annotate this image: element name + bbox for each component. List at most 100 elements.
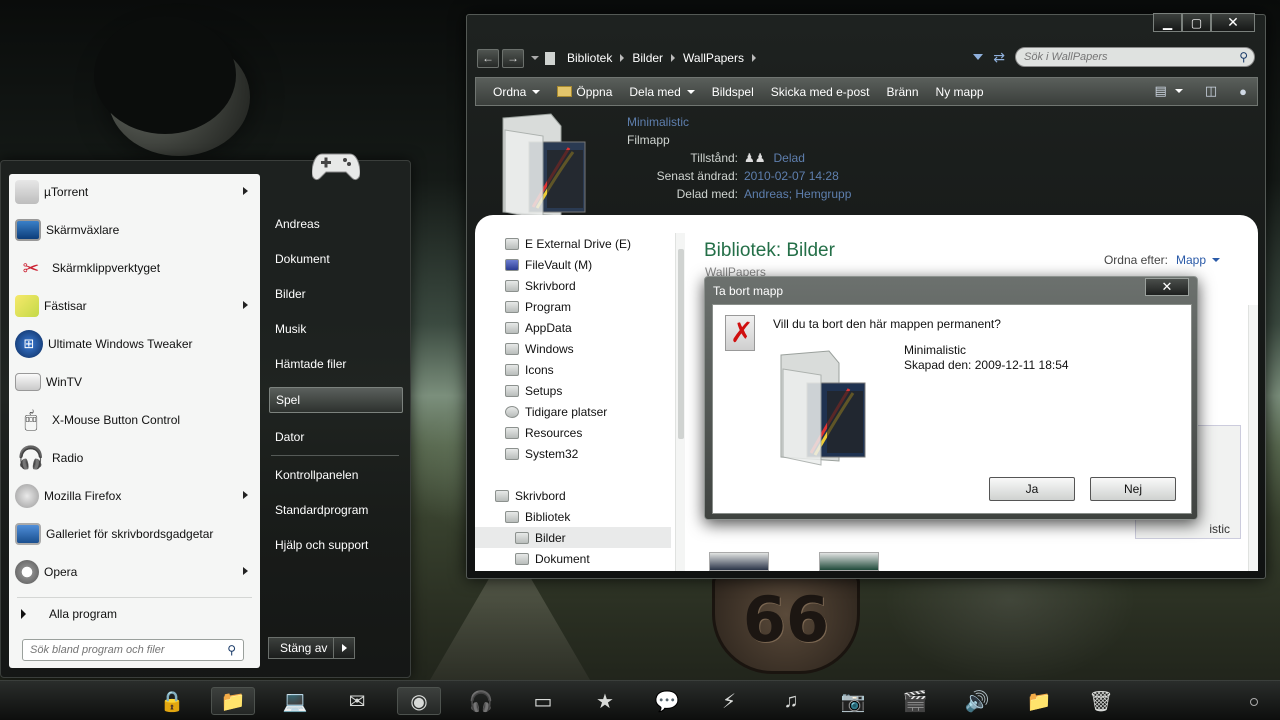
share-with-button[interactable]: Dela med: [629, 85, 695, 99]
search-icon[interactable]: ⚲: [1239, 50, 1248, 64]
start-right-andreas[interactable]: Andreas: [269, 211, 403, 237]
recent-pages-dropdown[interactable]: [531, 56, 539, 60]
tree-item[interactable]: Bibliotek: [505, 506, 570, 527]
start-right-hjalp[interactable]: Hjälp och support: [269, 532, 403, 558]
camera-icon[interactable]: 📷: [838, 687, 868, 715]
start-right-bilder[interactable]: Bilder: [269, 281, 403, 307]
program-item-wintv[interactable]: WinTV: [9, 364, 260, 400]
forward-button[interactable]: →: [502, 48, 524, 68]
program-item-radio[interactable]: 🎧 Radio: [9, 440, 260, 476]
breadcrumb-separator-icon[interactable]: [751, 54, 756, 62]
start-search-input[interactable]: [30, 644, 220, 656]
program-item-gadget-gallery[interactable]: Galleriet för skrivbordsgadgetar: [9, 516, 260, 552]
music-icon[interactable]: ♫: [776, 687, 806, 715]
star-icon[interactable]: ★: [590, 687, 620, 715]
refresh-icon[interactable]: ⇄: [993, 49, 1005, 66]
tree-item[interactable]: FileVault (M): [505, 254, 592, 275]
start-right-hamtade-filer[interactable]: Hämtade filer: [269, 351, 403, 377]
thumbnail[interactable]: [709, 552, 769, 571]
new-folder-button[interactable]: Ny mapp: [936, 85, 984, 99]
show-desktop-button[interactable]: [1250, 698, 1258, 706]
tree-item[interactable]: Skrivbord: [495, 485, 566, 506]
start-right-spel[interactable]: Spel: [269, 387, 403, 413]
no-button[interactable]: Nej: [1090, 477, 1176, 501]
monitor-icon: [15, 219, 41, 241]
recycle-bin-icon[interactable]: 🗑: [1086, 687, 1116, 715]
start-search-box[interactable]: ⚲: [22, 639, 244, 661]
organize-button[interactable]: Ordna: [493, 85, 541, 99]
clapperboard-icon[interactable]: 🎬: [900, 687, 930, 715]
explorer-search-input[interactable]: [1024, 51, 1224, 63]
headphones-icon[interactable]: 🎧: [466, 687, 496, 715]
tree-item[interactable]: Dokument: [515, 548, 590, 569]
program-item-skarmvaxlare[interactable]: Skärmväxlare: [9, 212, 260, 248]
start-right-kontrollpanelen[interactable]: Kontrollpanelen: [269, 462, 403, 488]
back-button[interactable]: ←: [477, 48, 499, 68]
program-item-xmouse[interactable]: 🖱 X-Mouse Button Control: [9, 402, 260, 438]
program-item-utorrent[interactable]: µTorrent: [9, 174, 260, 210]
details-value[interactable]: Delad: [774, 151, 805, 169]
shutdown-button[interactable]: Stäng av: [268, 637, 334, 659]
yes-button[interactable]: Ja: [989, 477, 1075, 501]
change-view-icon[interactable]: ▤: [1155, 83, 1167, 99]
help-bulb-icon[interactable]: ●: [1239, 84, 1247, 99]
breadcrumb-separator-icon[interactable]: [620, 54, 625, 62]
chat-icon[interactable]: 💬: [652, 687, 682, 715]
lock-icon[interactable]: 🔒: [157, 687, 187, 715]
speaker-icon[interactable]: 🔊: [962, 687, 992, 715]
address-dropdown-icon[interactable]: [973, 54, 984, 60]
shutdown-options-button[interactable]: [334, 637, 355, 659]
tree-item[interactable]: Skrivbord: [505, 275, 576, 296]
maximize-button[interactable]: ▢: [1182, 13, 1211, 32]
tree-item[interactable]: E External Drive (E): [505, 233, 631, 254]
tree-item[interactable]: Windows: [505, 338, 574, 359]
dialog-close-button[interactable]: ✕: [1145, 278, 1189, 296]
search-icon[interactable]: ⚲: [227, 643, 236, 657]
breadcrumb-item[interactable]: Bibliotek: [567, 51, 625, 65]
start-right-musik[interactable]: Musik: [269, 316, 403, 342]
tree-item-selected[interactable]: Bilder: [475, 527, 671, 548]
tree-item[interactable]: Icons: [505, 359, 554, 380]
folder-icon[interactable]: 📁: [1024, 687, 1054, 715]
mail-icon[interactable]: ✉: [342, 687, 372, 715]
burn-button[interactable]: Bränn: [887, 85, 919, 99]
content-scrollbar[interactable]: [1248, 305, 1258, 571]
nav-scrollbar[interactable]: [675, 233, 685, 571]
window-icon[interactable]: ▭: [528, 687, 558, 715]
thumbnail[interactable]: [819, 552, 879, 571]
tree-item[interactable]: Program: [505, 296, 571, 317]
minimize-button[interactable]: ▁: [1153, 13, 1182, 32]
arrange-dropdown[interactable]: Mapp: [1176, 253, 1220, 267]
scrollbar-thumb[interactable]: [678, 249, 684, 439]
start-right-dokument[interactable]: Dokument: [269, 246, 403, 272]
open-button[interactable]: Öppna: [557, 85, 612, 99]
breadcrumb-item[interactable]: Bilder: [632, 51, 676, 65]
preview-pane-icon[interactable]: ◫: [1205, 83, 1217, 99]
details-value[interactable]: 2010-02-07 14:28: [744, 169, 839, 187]
close-button[interactable]: ✕: [1211, 13, 1255, 32]
tree-item[interactable]: Setups: [505, 380, 562, 401]
tree-item[interactable]: System32: [505, 443, 578, 464]
tree-item[interactable]: AppData: [505, 317, 572, 338]
program-item-skarmklipp[interactable]: ✂ Skärmklippverktyget: [9, 250, 260, 286]
details-value[interactable]: Andreas; Hemgrupp: [744, 187, 851, 205]
email-button[interactable]: Skicka med e-post: [771, 85, 870, 99]
program-item-fastisar[interactable]: Fästisar: [9, 288, 260, 324]
chevron-down-icon[interactable]: [1174, 89, 1183, 93]
lightning-icon[interactable]: ⚡: [714, 687, 744, 715]
all-programs-button[interactable]: Alla program: [21, 604, 117, 624]
program-item-ultimate-windows-tweaker[interactable]: ⊞ Ultimate Windows Tweaker: [9, 326, 260, 362]
breadcrumb-item[interactable]: WallPapers: [683, 51, 756, 65]
computer-icon[interactable]: 💻: [280, 687, 310, 715]
program-item-firefox[interactable]: Mozilla Firefox: [9, 478, 260, 514]
program-item-opera[interactable]: Opera: [9, 554, 260, 590]
explorer-search-box[interactable]: ⚲: [1015, 47, 1255, 67]
firefox-icon[interactable]: ◉: [397, 687, 441, 715]
start-right-dator[interactable]: Dator: [269, 424, 403, 450]
tree-item[interactable]: Tidigare platser: [505, 401, 607, 422]
breadcrumb-separator-icon[interactable]: [671, 54, 676, 62]
folder-icon[interactable]: 📁: [211, 687, 255, 715]
tree-item[interactable]: Resources: [505, 422, 582, 443]
slideshow-button[interactable]: Bildspel: [712, 85, 754, 99]
start-right-standardprogram[interactable]: Standardprogram: [269, 497, 403, 523]
